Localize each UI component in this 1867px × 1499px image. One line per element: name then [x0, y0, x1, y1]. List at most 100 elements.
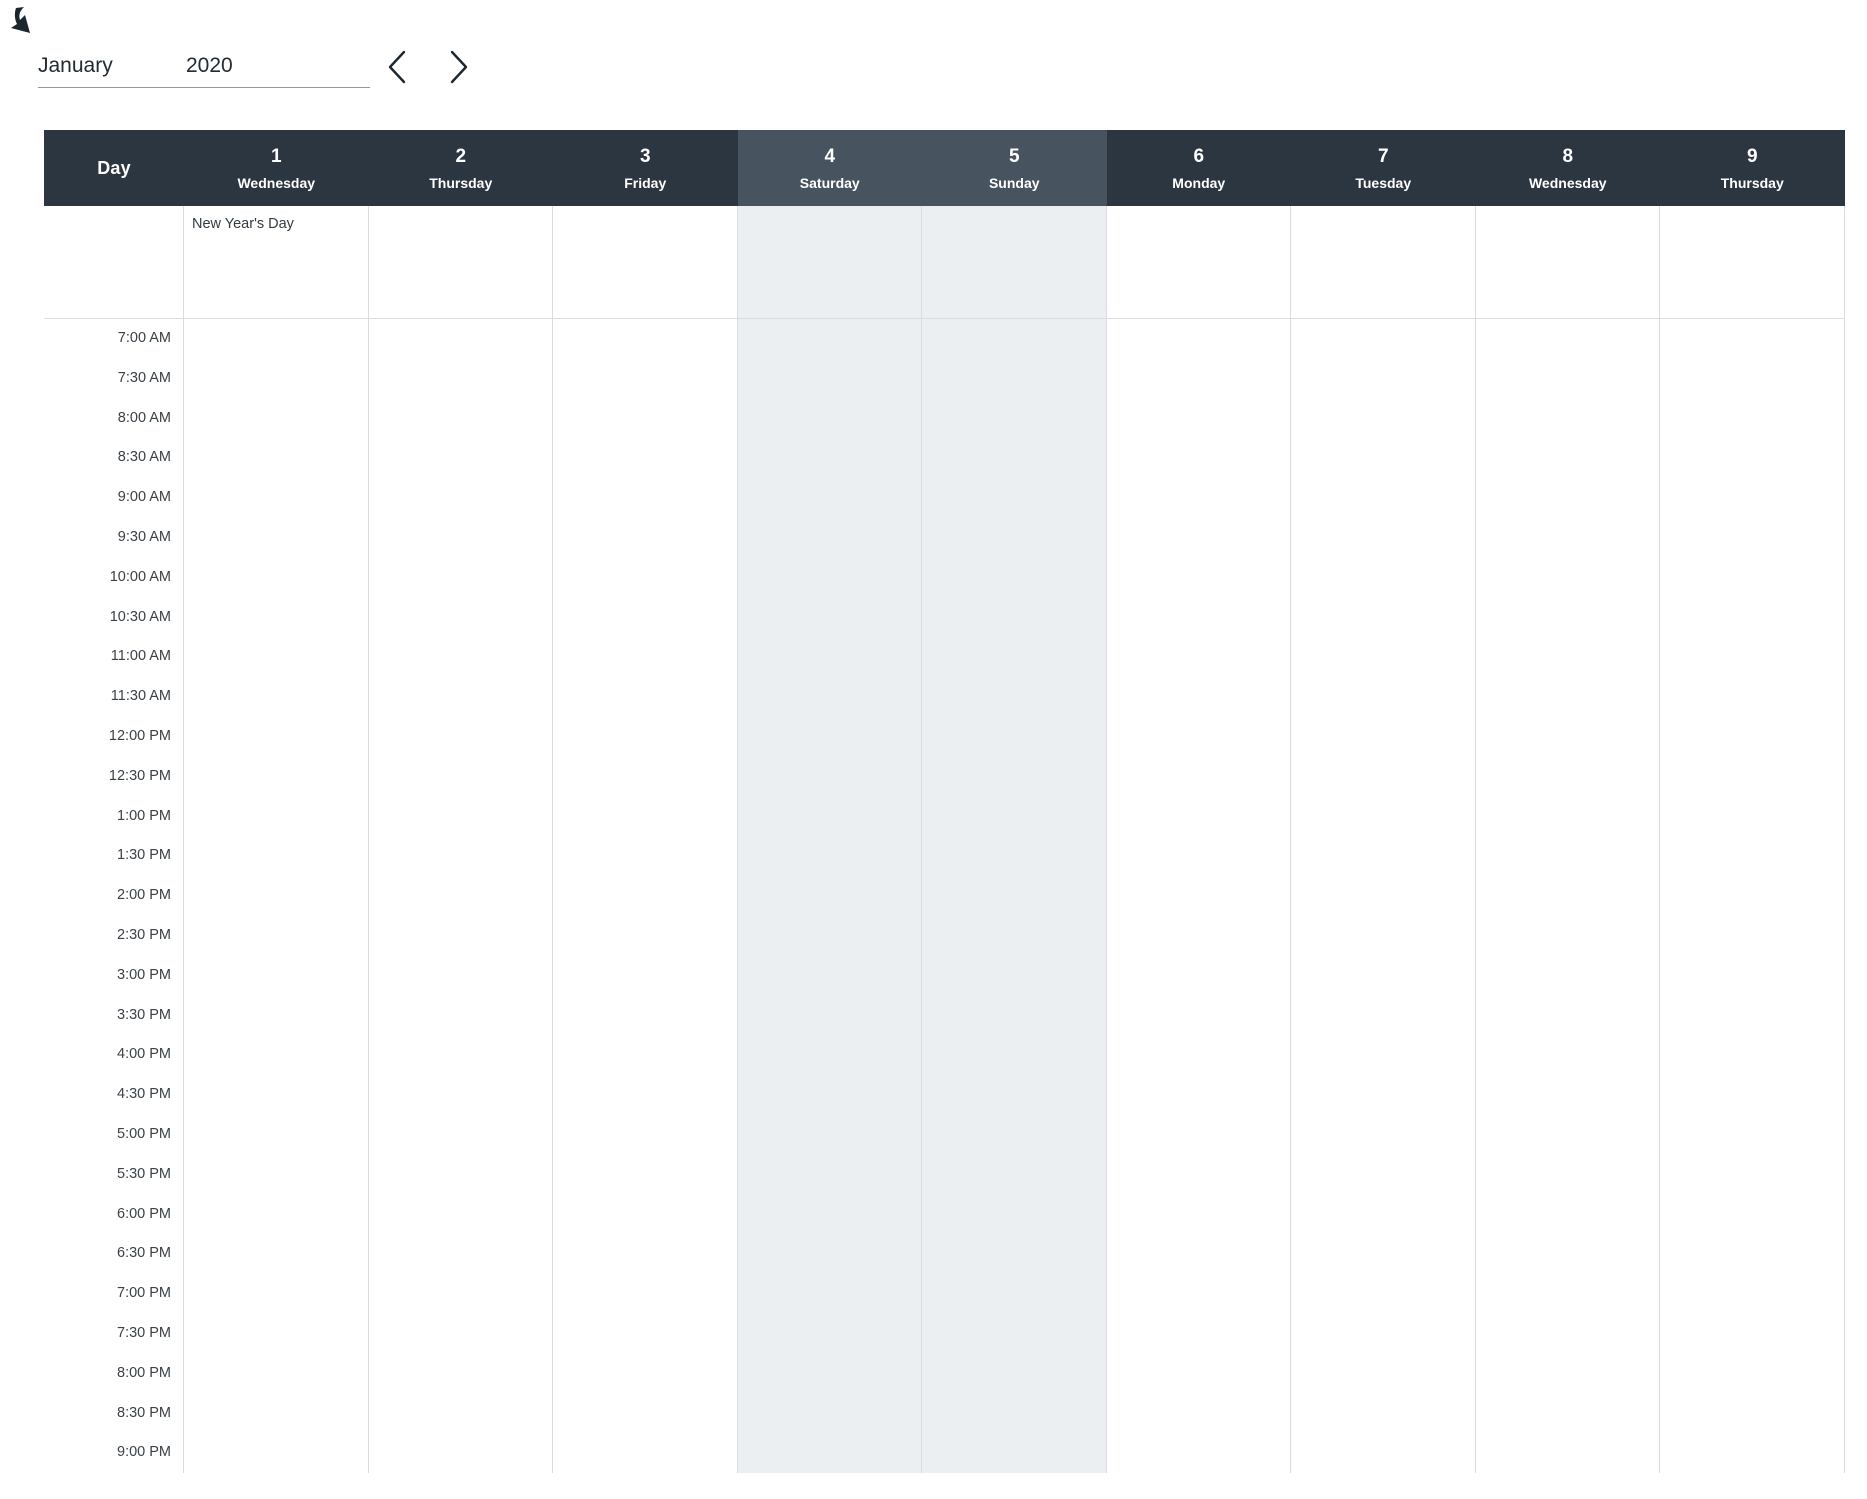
time-slot-cell[interactable] — [922, 637, 1107, 677]
time-slot-cell[interactable] — [553, 677, 738, 717]
time-slot-cell[interactable] — [1291, 319, 1476, 359]
time-slot-cell[interactable] — [1291, 1234, 1476, 1274]
time-slot-cell[interactable] — [553, 637, 738, 677]
time-slot-cell[interactable] — [184, 1115, 369, 1155]
time-slot-cell[interactable] — [1476, 1433, 1661, 1473]
time-slot-cell[interactable] — [1291, 836, 1476, 876]
time-slot-cell[interactable] — [1660, 399, 1845, 439]
time-slot-cell[interactable] — [1476, 319, 1661, 359]
time-slot-cell[interactable] — [922, 876, 1107, 916]
time-slot-cell[interactable] — [922, 757, 1107, 797]
time-slot-cell[interactable] — [1476, 637, 1661, 677]
time-slot-cell[interactable] — [1291, 518, 1476, 558]
time-slot-cell[interactable] — [1476, 399, 1661, 439]
time-slot-cell[interactable] — [1660, 1195, 1845, 1235]
year-input[interactable] — [186, 50, 336, 82]
time-slot-cell[interactable] — [184, 757, 369, 797]
time-slot-cell[interactable] — [1107, 1354, 1292, 1394]
time-slot-cell[interactable] — [1476, 1274, 1661, 1314]
time-slot-cell[interactable] — [738, 637, 923, 677]
time-slot-cell[interactable] — [1107, 677, 1292, 717]
time-slot-cell[interactable] — [1107, 996, 1292, 1036]
time-slot-cell[interactable] — [738, 956, 923, 996]
time-slot-cell[interactable] — [1291, 717, 1476, 757]
time-slot-cell[interactable] — [738, 518, 923, 558]
time-slot-cell[interactable] — [922, 1274, 1107, 1314]
time-slot-cell[interactable] — [553, 1035, 738, 1075]
time-slot-cell[interactable] — [1107, 1035, 1292, 1075]
time-slot-cell[interactable] — [553, 1314, 738, 1354]
time-slot-cell[interactable] — [1660, 1394, 1845, 1434]
time-slot-cell[interactable] — [1660, 1354, 1845, 1394]
time-slot-cell[interactable] — [184, 1075, 369, 1115]
time-slot-cell[interactable] — [1107, 717, 1292, 757]
time-slot-cell[interactable] — [369, 359, 554, 399]
time-slot-cell[interactable] — [1107, 359, 1292, 399]
time-slot-cell[interactable] — [1107, 1394, 1292, 1434]
header-day-cell[interactable]: 6Monday — [1107, 130, 1292, 206]
time-slot-cell[interactable] — [1476, 916, 1661, 956]
time-slot-cell[interactable] — [369, 1274, 554, 1314]
time-slot-cell[interactable] — [369, 1155, 554, 1195]
time-slot-cell[interactable] — [1476, 757, 1661, 797]
time-slot-cell[interactable] — [369, 478, 554, 518]
time-slot-cell[interactable] — [1107, 1314, 1292, 1354]
time-slot-cell[interactable] — [553, 438, 738, 478]
time-slot-cell[interactable] — [922, 359, 1107, 399]
time-slot-cell[interactable] — [184, 717, 369, 757]
time-slot-cell[interactable] — [369, 836, 554, 876]
time-slot-cell[interactable] — [553, 1234, 738, 1274]
time-slot-cell[interactable] — [553, 319, 738, 359]
time-slot-cell[interactable] — [1291, 1075, 1476, 1115]
header-day-cell[interactable]: 5Sunday — [922, 130, 1107, 206]
time-slot-cell[interactable] — [1107, 916, 1292, 956]
time-slot-cell[interactable] — [369, 1234, 554, 1274]
time-slot-cell[interactable] — [922, 677, 1107, 717]
time-slot-cell[interactable] — [369, 1394, 554, 1434]
all-day-cell[interactable]: New Year's Day — [184, 206, 369, 319]
time-slot-cell[interactable] — [184, 876, 369, 916]
time-slot-cell[interactable] — [369, 1035, 554, 1075]
time-slot-cell[interactable] — [1107, 797, 1292, 837]
time-slot-cell[interactable] — [184, 438, 369, 478]
time-slot-cell[interactable] — [553, 1354, 738, 1394]
time-slot-cell[interactable] — [1660, 1314, 1845, 1354]
time-slot-cell[interactable] — [553, 1394, 738, 1434]
time-slot-cell[interactable] — [1660, 916, 1845, 956]
time-slot-cell[interactable] — [184, 1314, 369, 1354]
time-slot-cell[interactable] — [922, 1155, 1107, 1195]
time-slot-cell[interactable] — [1107, 558, 1292, 598]
time-slot-cell[interactable] — [1476, 359, 1661, 399]
all-day-cell[interactable] — [1660, 206, 1845, 319]
time-slot-cell[interactable] — [1107, 1274, 1292, 1314]
time-slot-cell[interactable] — [553, 1155, 738, 1195]
time-slot-cell[interactable] — [1107, 478, 1292, 518]
time-slot-cell[interactable] — [553, 717, 738, 757]
time-slot-cell[interactable] — [553, 359, 738, 399]
time-slot-cell[interactable] — [738, 1354, 923, 1394]
time-slot-cell[interactable] — [1476, 836, 1661, 876]
time-slot-cell[interactable] — [1291, 399, 1476, 439]
time-slot-cell[interactable] — [1107, 1433, 1292, 1473]
time-slot-cell[interactable] — [1107, 1075, 1292, 1115]
time-slot-cell[interactable] — [1291, 1433, 1476, 1473]
time-slot-cell[interactable] — [184, 797, 369, 837]
time-slot-cell[interactable] — [922, 598, 1107, 638]
time-slot-cell[interactable] — [922, 1433, 1107, 1473]
time-slot-cell[interactable] — [738, 598, 923, 638]
time-slot-cell[interactable] — [184, 1354, 369, 1394]
time-slot-cell[interactable] — [738, 1035, 923, 1075]
time-slot-cell[interactable] — [1107, 637, 1292, 677]
time-slot-cell[interactable] — [553, 836, 738, 876]
chevron-left-icon[interactable] — [378, 44, 422, 90]
time-slot-cell[interactable] — [922, 438, 1107, 478]
time-slot-cell[interactable] — [922, 1115, 1107, 1155]
time-slot-cell[interactable] — [1660, 956, 1845, 996]
time-slot-cell[interactable] — [369, 518, 554, 558]
time-slot-cell[interactable] — [1660, 797, 1845, 837]
time-slot-cell[interactable] — [1476, 956, 1661, 996]
time-slot-cell[interactable] — [1291, 876, 1476, 916]
time-slot-cell[interactable] — [369, 916, 554, 956]
time-slot-cell[interactable] — [553, 1195, 738, 1235]
time-slot-cell[interactable] — [1660, 598, 1845, 638]
